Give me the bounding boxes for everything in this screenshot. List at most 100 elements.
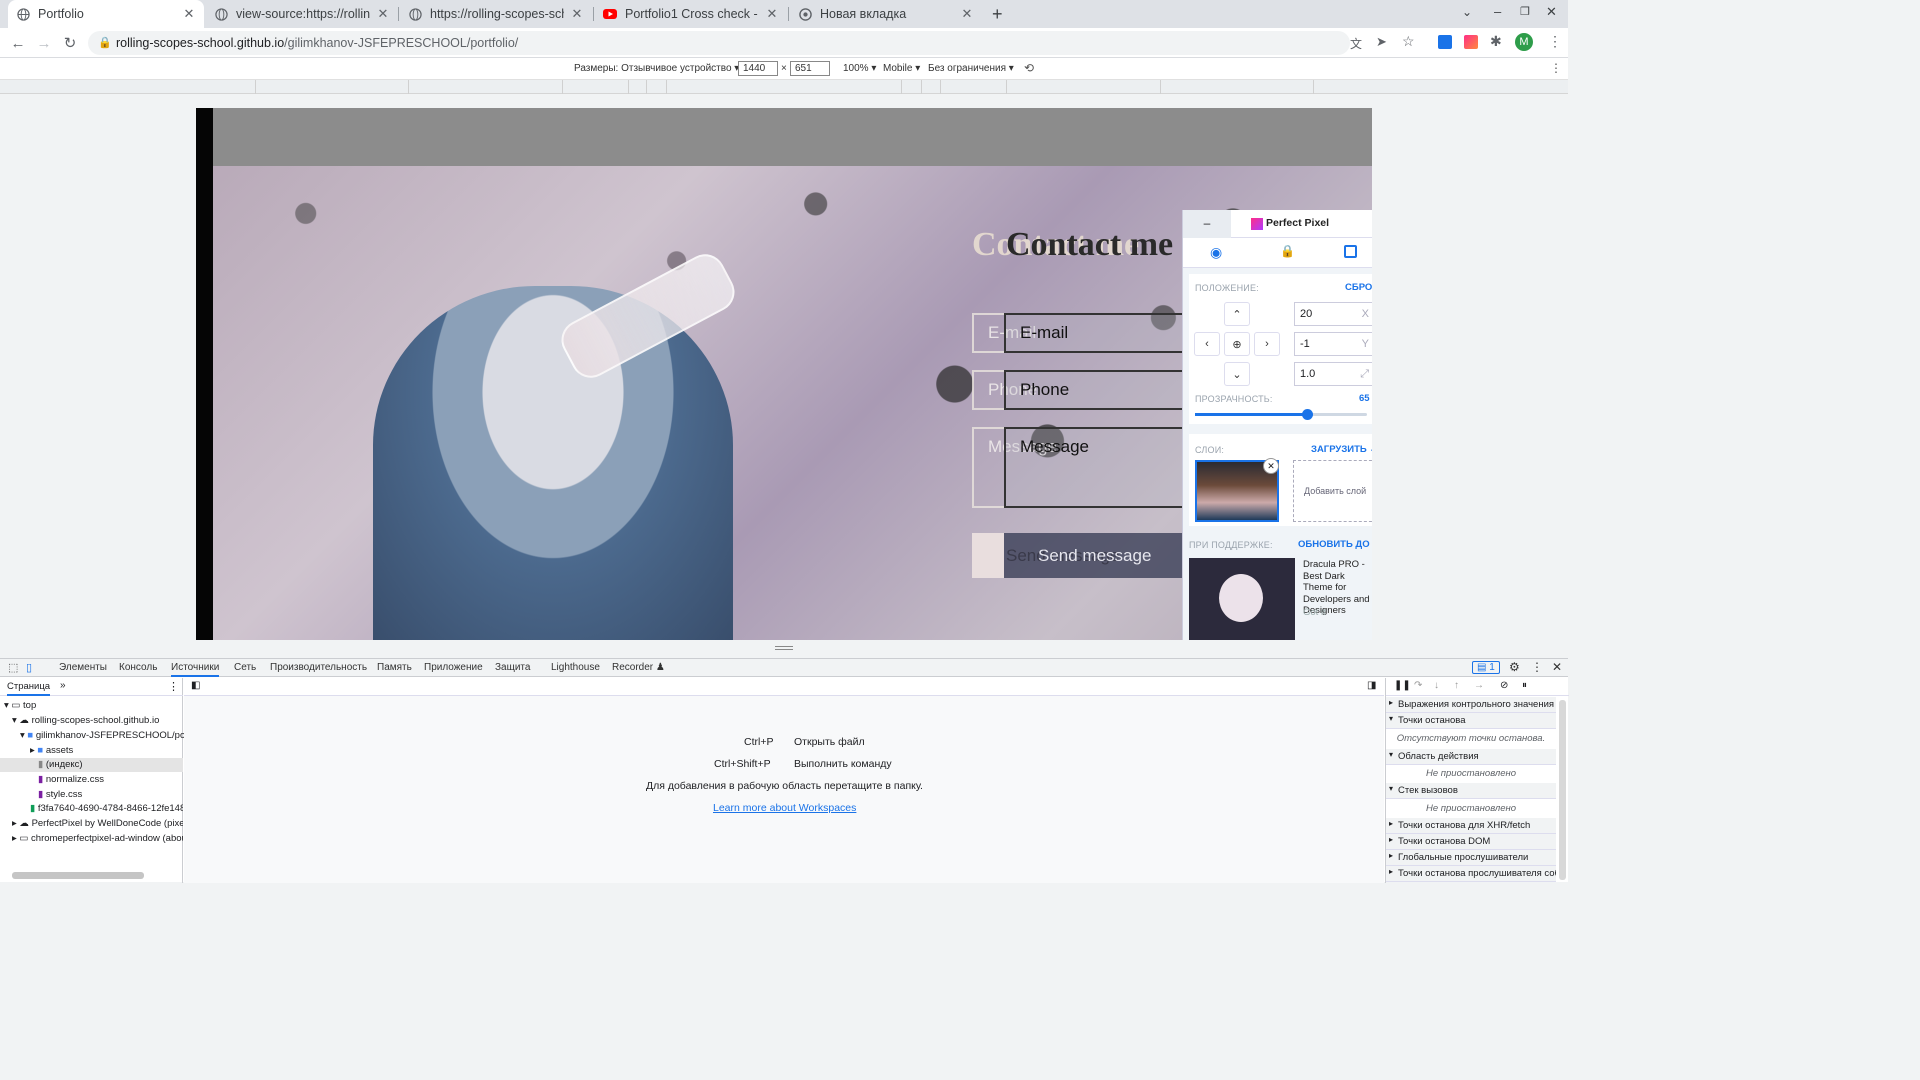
reset-link[interactable]: СБРОС <box>1345 282 1372 293</box>
tab-sources[interactable]: Источники <box>171 662 220 677</box>
callstack-section[interactable]: Стек вызовов <box>1386 783 1556 799</box>
tab-network[interactable]: Сеть <box>234 662 256 673</box>
restore-icon[interactable]: ❐ <box>1520 5 1530 18</box>
translate-icon[interactable]: 文 <box>1350 35 1362 52</box>
back-icon[interactable]: ← <box>8 33 28 53</box>
opacity-slider-knob[interactable] <box>1301 409 1313 420</box>
tab-recorder[interactable]: Recorder ♟ <box>612 662 665 673</box>
vertical-scrollbar[interactable] <box>1559 700 1566 880</box>
breakpoints-section[interactable]: Точки останова <box>1386 713 1556 729</box>
tree-item-assets[interactable]: ▸ ■ assets <box>30 744 73 758</box>
more-options-icon[interactable]: ⋮ <box>1550 61 1562 75</box>
deactivate-breakpoints-icon[interactable]: ⊘ <box>1500 680 1508 691</box>
send-icon[interactable]: ➤ <box>1376 34 1387 50</box>
close-devtools-icon[interactable]: ✕ <box>1552 660 1562 674</box>
move-up-button[interactable]: ⌃ <box>1224 302 1250 326</box>
tab-rolling-scopes[interactable]: https://rolling-scopes-sch ✕ <box>400 0 592 28</box>
rotate-icon[interactable]: ⟲ <box>1024 61 1034 75</box>
move-down-button[interactable]: ⌄ <box>1224 362 1250 386</box>
scale-input[interactable]: 1.0 ⤢ <box>1294 362 1372 386</box>
center-button[interactable]: ⊕ <box>1224 332 1250 356</box>
issues-badge[interactable]: ▤ 1 <box>1472 661 1500 674</box>
dracula-ad-image[interactable] <box>1189 558 1295 640</box>
global-listeners-section[interactable]: Глобальные прослушиватели <box>1386 850 1556 866</box>
tab-elements[interactable]: Элементы <box>59 662 107 673</box>
reload-icon[interactable]: ↻ <box>60 33 80 53</box>
eye-icon[interactable]: ◉ <box>1210 244 1222 261</box>
tree-item-domain[interactable]: ▾ ☁ rolling-scopes-school.github.io <box>12 714 159 728</box>
close-tab-icon[interactable]: ✕ <box>182 6 196 22</box>
tab-new[interactable]: Новая вкладка ✕ <box>790 0 982 28</box>
x-offset-input[interactable]: 20 X <box>1294 302 1372 326</box>
lock-icon[interactable]: 🔒 <box>98 36 112 49</box>
perfect-pixel-extension-icon[interactable] <box>1464 35 1478 49</box>
close-tab-icon[interactable]: ✕ <box>960 6 974 22</box>
tree-item-index[interactable]: ▮ (индекс) <box>0 758 183 772</box>
viewport-height-input[interactable]: 651 <box>790 61 830 76</box>
media-query-ruler[interactable] <box>0 80 1568 94</box>
tab-security[interactable]: Защита <box>495 662 530 673</box>
email-field[interactable]: E-mail <box>1004 313 1194 353</box>
workspaces-link[interactable]: Learn more about Workspaces <box>713 802 856 814</box>
update-link[interactable]: ОБНОВИТЬ ДО PI <box>1298 539 1372 550</box>
toggle-debugger-icon[interactable]: ◨ <box>1367 680 1376 691</box>
add-layer-button[interactable]: Добавить слой <box>1293 460 1372 522</box>
minimize-icon[interactable]: – <box>1494 4 1501 19</box>
dom-breakpoints-section[interactable]: Точки останова DOM <box>1386 834 1556 850</box>
devtools-resize-bar[interactable] <box>0 640 1568 658</box>
google-translate-extension-icon[interactable] <box>1438 35 1452 49</box>
toggle-navigator-icon[interactable]: ◧ <box>191 680 200 691</box>
zoom-dropdown[interactable]: 100% ▾ <box>843 63 876 74</box>
bookmark-star-icon[interactable]: ☆ <box>1402 33 1415 50</box>
horizontal-scrollbar[interactable] <box>12 872 144 879</box>
forward-icon[interactable]: → <box>34 33 54 53</box>
close-window-icon[interactable]: ✕ <box>1546 4 1557 20</box>
close-tab-icon[interactable]: ✕ <box>570 6 584 22</box>
device-type-dropdown[interactable]: Mobile ▾ <box>883 63 920 74</box>
new-tab-button[interactable]: + <box>992 4 1003 25</box>
close-tab-icon[interactable]: ✕ <box>376 6 390 22</box>
step-icon[interactable]: → <box>1474 680 1484 691</box>
tab-memory[interactable]: Память <box>377 662 412 673</box>
tree-item-top[interactable]: ▾ ▭ top <box>4 699 36 713</box>
event-listener-breakpoints-section[interactable]: Точки останова прослушивателя собы <box>1386 866 1556 882</box>
move-left-button[interactable]: ‹ <box>1194 332 1220 356</box>
navigator-menu-icon[interactable]: ⋮ <box>168 680 179 693</box>
move-right-button[interactable]: › <box>1254 332 1280 356</box>
xhr-breakpoints-section[interactable]: Точки останова для XHR/fetch <box>1386 818 1556 834</box>
throttling-dropdown[interactable]: Без ограничения ▾ <box>928 63 1014 74</box>
tree-item-ad-window[interactable]: ▸ ▭ chromeperfectpixel-ad-window (abou <box>12 832 183 846</box>
chrome-menu-icon[interactable]: ⋮ <box>1548 33 1562 50</box>
tree-item-hash[interactable]: ▮ f3fa7640-4690-4784-8466-12fe148 <box>30 802 183 816</box>
send-button[interactable]: Send message Send message <box>1004 533 1204 578</box>
devtools-menu-icon[interactable]: ⋮ <box>1531 660 1543 674</box>
settings-gear-icon[interactable]: ⚙ <box>1509 660 1520 674</box>
tab-youtube[interactable]: Portfolio1 Cross check - Yo ✕ <box>595 0 787 28</box>
tree-item-folder[interactable]: ▾ ■ gilimkhanov-JSFEPRESCHOOL/por <box>20 729 188 743</box>
page-tab[interactable]: Страница <box>7 681 51 696</box>
drag-handle-icon[interactable] <box>775 646 793 650</box>
step-out-icon[interactable]: ↑ <box>1454 680 1459 691</box>
pause-icon[interactable]: ❚❚ <box>1394 680 1411 691</box>
y-offset-input[interactable]: -1 Y <box>1294 332 1372 356</box>
step-into-icon[interactable]: ↓ <box>1434 680 1439 691</box>
opacity-slider[interactable] <box>1195 409 1367 420</box>
ad-cta[interactable]: Got it <box>1303 607 1326 618</box>
tab-search-icon[interactable]: ⌄ <box>1462 5 1472 19</box>
tree-item-perfectpixel[interactable]: ▸ ☁ PerfectPixel by WellDoneCode (pixel <box>12 817 183 831</box>
avatar[interactable]: M <box>1515 33 1533 51</box>
tab-console[interactable]: Консоль <box>119 662 157 673</box>
dimensions-dropdown[interactable]: Размеры: Отзывчивое устройство ▾ <box>574 63 739 74</box>
tab-portfolio[interactable]: Portfolio ✕ <box>8 0 204 28</box>
tab-lighthouse[interactable]: Lighthouse <box>551 662 600 673</box>
tree-item-normalize[interactable]: ▮ normalize.css <box>38 773 104 787</box>
tab-application[interactable]: Приложение <box>424 662 483 673</box>
message-field[interactable]: Message <box>1004 427 1194 508</box>
tree-item-style[interactable]: ▮ style.css <box>38 788 82 802</box>
pause-on-exceptions-icon[interactable]: ⏸ <box>1522 680 1527 691</box>
address-bar[interactable]: 🔒 rolling-scopes-school.github.io/gilimk… <box>88 31 1415 55</box>
tab-view-source[interactable]: view-source:https://rollin ✕ <box>206 0 398 28</box>
inspect-element-icon[interactable]: ⬚ <box>8 661 18 674</box>
phone-field[interactable]: Phone <box>1004 370 1194 410</box>
invert-icon[interactable] <box>1344 245 1357 258</box>
